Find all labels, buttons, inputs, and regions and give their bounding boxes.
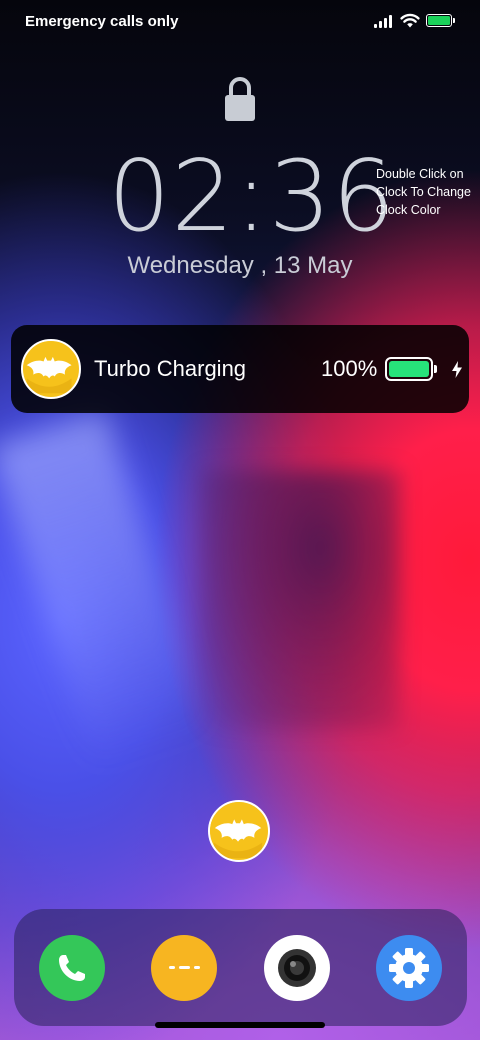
lock-icon — [225, 77, 255, 121]
clock-hint-text: Double Click on Clock To Change Clock Co… — [376, 167, 471, 217]
bat-logo-icon — [21, 339, 81, 399]
bolt-icon — [452, 361, 462, 378]
phone-app-button[interactable] — [39, 935, 105, 1001]
charging-label: Turbo Charging — [94, 356, 247, 381]
signal-icon — [374, 14, 396, 28]
messages-app-button[interactable] — [151, 935, 217, 1001]
battery-percent: 100% — [321, 356, 378, 381]
status-bar: Emergency calls only — [0, 0, 480, 44]
charging-card[interactable]: Turbo Charging 100% — [11, 325, 469, 413]
camera-icon — [278, 949, 316, 987]
wallpaper-highlight — [0, 409, 210, 771]
settings-app-button[interactable] — [376, 935, 442, 1001]
phone-icon — [59, 955, 85, 981]
lockscreen-date: Wednesday , 13 May — [127, 252, 353, 279]
wallpaper-shadow — [200, 470, 400, 730]
carrier-status-text: Emergency calls only — [25, 13, 179, 30]
lockscreen-clock[interactable]: 02:36 — [108, 138, 394, 256]
battery-level-icon — [385, 357, 437, 381]
wifi-icon — [400, 13, 420, 28]
app-dock — [14, 909, 467, 1026]
message-icon — [169, 966, 200, 969]
camera-app-button[interactable] — [264, 935, 330, 1001]
floating-bat-button[interactable] — [208, 800, 270, 862]
bat-logo-icon — [210, 802, 267, 859]
battery-icon — [426, 14, 455, 27]
home-indicator[interactable] — [155, 1022, 325, 1028]
battery-fill — [389, 361, 429, 377]
gear-icon — [389, 948, 429, 988]
